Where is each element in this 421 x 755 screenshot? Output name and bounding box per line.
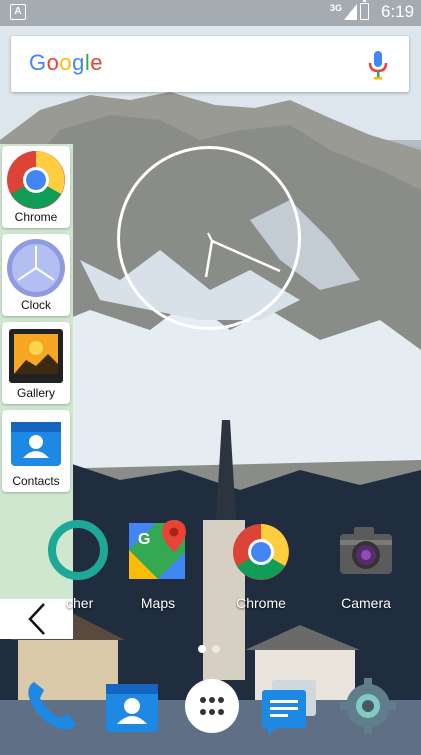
google-search-bar[interactable]: Google <box>11 36 409 92</box>
network-type: 3G <box>330 3 343 13</box>
battery-icon <box>360 0 369 20</box>
google-logo: Google <box>29 50 103 76</box>
google-logo-letter: o <box>59 50 73 75</box>
side-item-label: Chrome <box>14 210 58 224</box>
clock-icon <box>7 239 65 297</box>
app-drawer-icon[interactable] <box>182 676 242 736</box>
chrome-icon <box>7 151 65 209</box>
clock-hour-hand <box>204 240 214 278</box>
mic-icon[interactable] <box>368 50 388 80</box>
gallery-icon <box>9 329 63 383</box>
page-indicator-dot <box>212 645 220 653</box>
contacts-icon[interactable] <box>102 676 162 736</box>
side-item-contacts[interactable]: Contacts <box>2 410 70 492</box>
maps-icon: G <box>129 520 186 579</box>
camera-icon <box>340 527 392 574</box>
page-indicator-dot-active <box>198 645 206 653</box>
analog-clock-widget[interactable] <box>117 146 301 330</box>
side-panel-back-button[interactable] <box>0 599 73 639</box>
phone-icon[interactable] <box>22 676 82 736</box>
side-item-label: Contacts <box>12 474 60 488</box>
side-item-clock[interactable]: Clock <box>2 234 70 316</box>
app-label: Camera <box>341 595 391 611</box>
clock-second-hand <box>207 232 213 242</box>
notification-icon: A <box>10 4 26 20</box>
google-logo-letter: G <box>29 50 47 75</box>
status-bar: A 3G 6:19 <box>0 0 421 26</box>
app-label: Chrome <box>236 595 286 611</box>
google-logo-letter: g <box>72 50 85 75</box>
status-time: 6:19 <box>381 2 415 21</box>
messages-icon[interactable] <box>258 676 318 736</box>
side-item-label: Gallery <box>16 386 55 400</box>
chevron-left-icon <box>28 603 45 635</box>
signal-icon <box>344 4 357 20</box>
settings-icon[interactable] <box>338 676 398 736</box>
side-item-label: Clock <box>20 298 51 312</box>
clock-minute-hand <box>211 239 281 273</box>
launcher-icon <box>48 520 108 580</box>
side-item-chrome[interactable]: Chrome <box>2 146 70 228</box>
svg-text:G: G <box>138 531 150 548</box>
chrome-icon <box>233 524 289 580</box>
app-label: Maps <box>140 595 176 611</box>
google-logo-letter: o <box>46 50 60 75</box>
contacts-icon <box>11 422 61 466</box>
google-logo-letter: e <box>90 50 104 75</box>
side-item-gallery[interactable]: Gallery <box>2 322 70 404</box>
